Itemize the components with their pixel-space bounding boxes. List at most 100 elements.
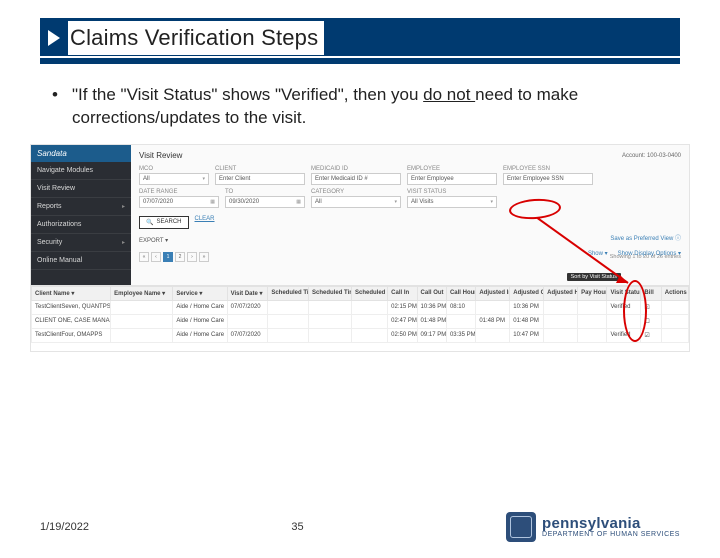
pager-next[interactable]: › <box>187 252 197 262</box>
cell <box>544 328 578 342</box>
cell: 02:50 PM <box>388 328 417 342</box>
bullet-emph: do not <box>423 85 475 104</box>
col-header[interactable]: Adjusted In <box>476 286 510 300</box>
title-arrow-icon <box>48 30 60 46</box>
cell: 01:48 PM <box>510 314 544 328</box>
cell: ☐ <box>641 314 661 328</box>
cell: 08:10 <box>446 300 475 314</box>
visit-status-cell: Verified <box>607 300 641 314</box>
cell <box>446 314 475 328</box>
sidebar-item-reports[interactable]: Reports▸ <box>31 198 131 216</box>
pager-first[interactable]: « <box>139 252 149 262</box>
cell <box>351 300 387 314</box>
cell <box>351 314 387 328</box>
cell <box>661 328 688 342</box>
col-header[interactable]: Pay Hours <box>578 286 607 300</box>
sidebar-item-security[interactable]: Security▸ <box>31 234 131 252</box>
sidebar-item-navigate[interactable]: Navigate Modules <box>31 162 131 180</box>
pager-last[interactable]: » <box>199 252 209 262</box>
col-header[interactable]: Visit Status <box>607 286 641 300</box>
col-header[interactable]: Call In <box>388 286 417 300</box>
visit-status-cell: Verified <box>607 328 641 342</box>
cell: 01:48 PM <box>417 314 446 328</box>
cell: TestClientSeven, QUANTPS <box>32 300 111 314</box>
pager-prev[interactable]: ‹ <box>151 252 161 262</box>
cell: 07/07/2020 <box>227 300 268 314</box>
col-header[interactable]: Adjusted Hours <box>544 286 578 300</box>
chevron-icon: ▸ <box>122 239 125 246</box>
col-header[interactable]: Visit Date ▾ <box>227 286 268 300</box>
col-header[interactable]: Scheduled Time Out <box>309 286 352 300</box>
cell <box>476 328 510 342</box>
clear-button[interactable]: CLEAR <box>195 216 215 229</box>
sidebar-logo: Sandata <box>31 145 131 162</box>
employee-input[interactable]: Enter Employee <box>407 173 497 185</box>
cell <box>111 314 173 328</box>
screenshot-panel: Sandata Navigate Modules Visit Review Re… <box>30 144 690 352</box>
sidebar-item-authorizations[interactable]: Authorizations <box>31 216 131 234</box>
bullet-text: • "If the "Visit Status" shows "Verified… <box>52 84 668 130</box>
date-from-input[interactable]: 07/07/2020▦ <box>139 196 219 208</box>
cell: 03:35 PM <box>446 328 475 342</box>
col-header[interactable]: Employee Name ▾ <box>111 286 173 300</box>
footer-page: 35 <box>291 521 303 533</box>
title-bar: Claims Verification Steps <box>40 18 680 64</box>
mco-select[interactable]: All▾ <box>139 173 209 185</box>
calendar-icon: ▦ <box>296 199 301 205</box>
cell: 01:48 PM <box>476 314 510 328</box>
cell <box>309 300 352 314</box>
cell <box>578 314 607 328</box>
col-header[interactable]: Adjusted Out <box>510 286 544 300</box>
pager-page-2[interactable]: 2 <box>175 252 185 262</box>
pager: « ‹ 1 2 › » <box>139 252 209 262</box>
table-row[interactable]: TestClientSeven, QUANTPSAide / Home Care… <box>32 300 689 314</box>
col-header[interactable]: Bill <box>641 286 661 300</box>
cell: 02:47 PM <box>388 314 417 328</box>
medicaid-input[interactable]: Enter Medicaid ID # <box>311 173 401 185</box>
col-header[interactable]: Scheduled Time In <box>268 286 309 300</box>
cell <box>111 300 173 314</box>
employee-ssn-input[interactable]: Enter Employee SSN <box>503 173 593 185</box>
slide-footer: 1/19/2022 35 pennsylvania DEPARTMENT OF … <box>0 512 720 542</box>
cell <box>661 300 688 314</box>
col-header[interactable]: Service ▾ <box>173 286 227 300</box>
cell <box>544 314 578 328</box>
search-icon: 🔍 <box>146 219 153 226</box>
cell: ☑ <box>641 328 661 342</box>
footer-date: 1/19/2022 <box>40 521 89 533</box>
col-header[interactable]: Call Out <box>417 286 446 300</box>
panel-title: Visit Review <box>139 151 182 160</box>
sidebar-item-visit-review[interactable]: Visit Review <box>31 180 131 198</box>
cell <box>268 300 309 314</box>
cell <box>578 328 607 342</box>
slide-title: Claims Verification Steps <box>68 21 324 55</box>
account-info: Account: 100-03-0400 <box>622 153 681 159</box>
col-header[interactable]: Actions <box>661 286 688 300</box>
cell <box>227 314 268 328</box>
export-button[interactable]: EXPORT ▾ <box>139 237 681 244</box>
cell: TestClientFour, OMAPPS <box>32 328 111 342</box>
cell <box>578 300 607 314</box>
category-select[interactable]: All▾ <box>311 196 401 208</box>
col-header[interactable]: Client Name ▾ <box>32 286 111 300</box>
cell: 10:36 PM <box>417 300 446 314</box>
table-row[interactable]: CLIENT ONE, CASE MANAGERPSAide / Home Ca… <box>32 314 689 328</box>
table-row[interactable]: TestClientFour, OMAPPSAide / Home Care07… <box>32 328 689 342</box>
sidebar-item-manual[interactable]: Online Manual <box>31 252 131 270</box>
show-link[interactable]: Show ▾ <box>588 250 608 257</box>
cell: 10:36 PM <box>510 300 544 314</box>
pager-page-1[interactable]: 1 <box>163 252 173 262</box>
display-options-link[interactable]: Show Display Options ▾ <box>618 250 681 257</box>
col-header[interactable]: Call Hours <box>446 286 475 300</box>
visit-status-cell <box>607 314 641 328</box>
client-input[interactable]: Enter Client <box>215 173 305 185</box>
date-to-input[interactable]: 09/30/2020▦ <box>225 196 305 208</box>
col-header[interactable]: Scheduled Hrs <box>351 286 387 300</box>
visit-status-select[interactable]: All Visits▾ <box>407 196 497 208</box>
cell: CLIENT ONE, CASE MANAGERPS <box>32 314 111 328</box>
cell: 02:15 PM <box>388 300 417 314</box>
search-button[interactable]: 🔍SEARCH <box>139 216 189 229</box>
calendar-icon: ▦ <box>210 199 215 205</box>
save-preferred-link[interactable]: Save as Preferred View ⓘ <box>610 233 681 242</box>
cell <box>476 300 510 314</box>
